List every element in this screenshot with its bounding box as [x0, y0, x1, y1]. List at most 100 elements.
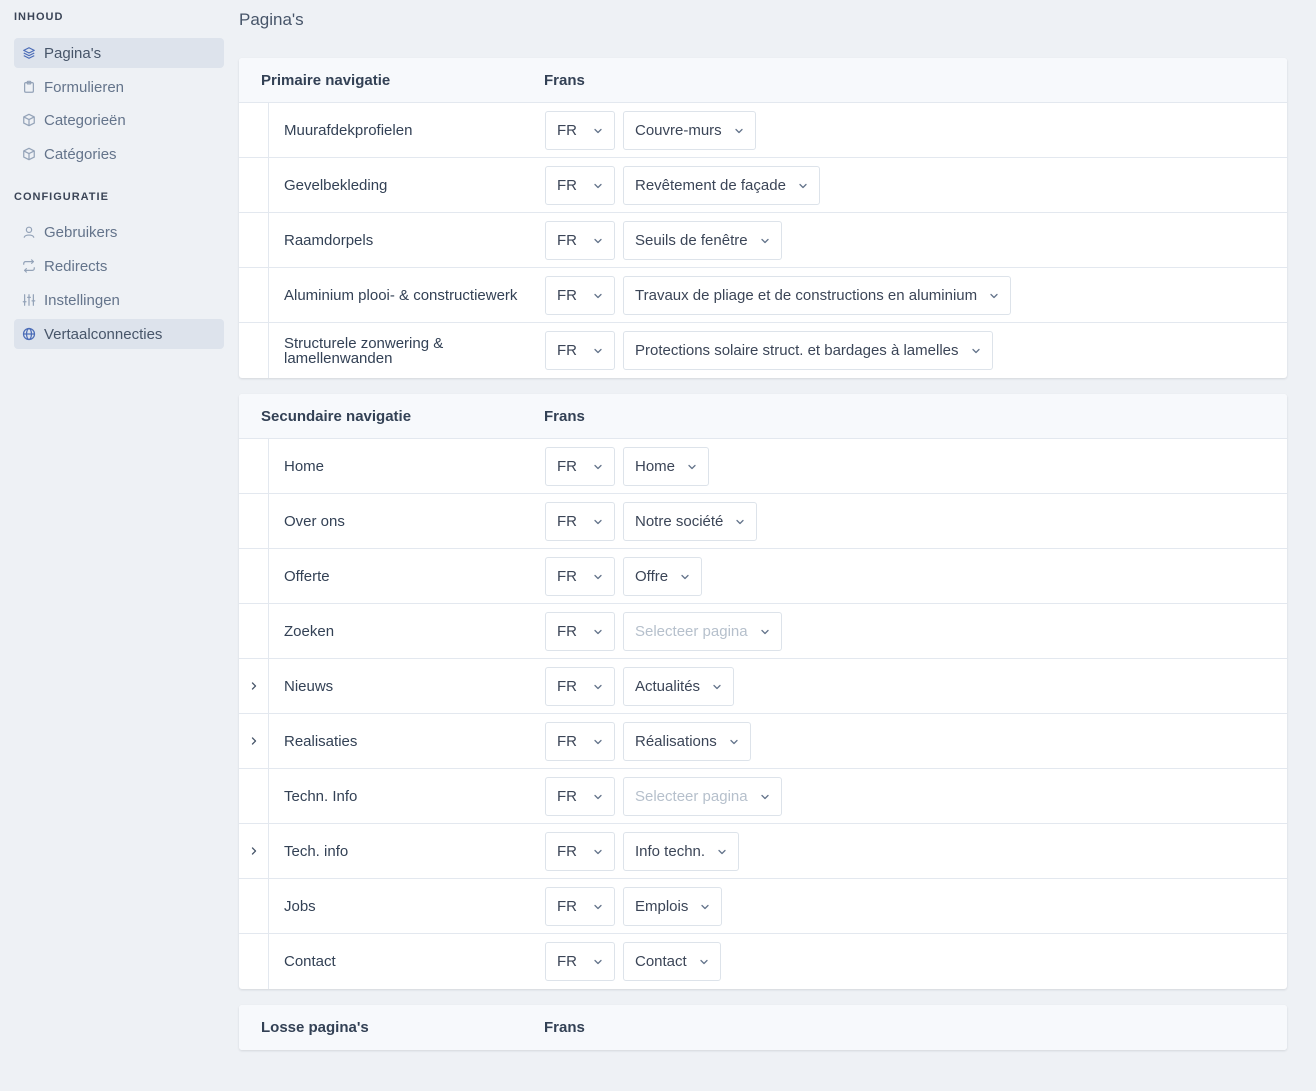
arrows-icon	[22, 259, 36, 273]
translation-page-value: Contact	[635, 953, 687, 970]
translation-page-select[interactable]: Offre	[623, 557, 703, 596]
chevron-down-icon	[593, 957, 603, 967]
sidebar: INHOUD Pagina's Formulieren Categorieën …	[0, 0, 232, 1091]
language-select[interactable]: FR	[545, 832, 615, 871]
language-select[interactable]: FR	[545, 502, 615, 541]
translation-page-select[interactable]: Protections solaire struct. et bardages …	[623, 331, 993, 370]
language-value: FR	[557, 843, 577, 860]
sidebar-item-redirects[interactable]: Redirects	[14, 251, 224, 281]
row-gutter	[239, 549, 269, 603]
row-gutter	[239, 158, 269, 212]
expand-row-button[interactable]	[239, 824, 269, 878]
translation-page-select[interactable]: Actualités	[623, 667, 735, 706]
page-name: Offerte	[284, 567, 330, 585]
sidebar-item-vertaalconnecties[interactable]: Vertaalconnecties	[14, 319, 224, 349]
table-row: Offerte FR Offre	[239, 549, 1287, 604]
sidebar-item-instellingen[interactable]: Instellingen	[14, 285, 224, 315]
chevron-down-icon	[593, 737, 603, 747]
table-row: Techn. Info FR Selecteer pagina	[239, 769, 1287, 824]
sidebar-item-label: Catégories	[44, 145, 117, 163]
expand-row-button[interactable]	[239, 714, 269, 768]
translation-page-value: Home	[635, 458, 676, 475]
page-name: Aluminium plooi- & constructiewerk	[284, 286, 518, 304]
row-gutter	[239, 769, 269, 823]
translation-page-select[interactable]: Info techn.	[623, 832, 740, 871]
table-row: Nieuws FR Actualités	[239, 659, 1287, 714]
table-row: Structurele zonwering & lamellenwanden F…	[239, 323, 1287, 378]
translation-page-select[interactable]: Home	[623, 447, 710, 486]
sidebar-item-label: Pagina's	[44, 44, 102, 62]
sidebar-item-label: Instellingen	[44, 291, 120, 309]
language-select[interactable]: FR	[545, 447, 615, 486]
language-select[interactable]: FR	[545, 887, 615, 926]
language-select[interactable]: FR	[545, 777, 615, 816]
page-name: Structurele zonwering & lamellenwanden	[284, 334, 444, 367]
card-losse-paginas: Losse pagina's Frans	[239, 1005, 1287, 1050]
table-row: Muurafdekprofielen FR Couvre-murs	[239, 103, 1287, 158]
chevron-down-icon	[593, 181, 603, 191]
translation-page-select[interactable]: Réalisations	[623, 722, 751, 761]
row-gutter	[239, 323, 269, 378]
sliders-icon	[22, 293, 36, 307]
row-gutter	[239, 604, 269, 658]
translation-page-select[interactable]: Couvre-murs	[623, 111, 756, 150]
language-select[interactable]: FR	[545, 331, 615, 370]
sidebar-item-label: Redirects	[44, 257, 108, 275]
page-name: Jobs	[284, 897, 316, 915]
sidebar-item-formulieren[interactable]: Formulieren	[14, 72, 224, 102]
row-gutter	[239, 103, 269, 157]
translation-page-select[interactable]: Contact	[623, 942, 721, 981]
sidebar-section-title: CONFIGURATIE	[14, 191, 109, 203]
row-gutter	[239, 213, 269, 267]
card-primaire-navigatie: Primaire navigatie Frans Muurafdekprofie…	[239, 58, 1287, 378]
page-name: Muurafdekprofielen	[284, 121, 413, 139]
cube-icon	[22, 113, 36, 127]
language-column-header: Frans	[544, 72, 585, 89]
sidebar-item-paginas[interactable]: Pagina's	[14, 38, 224, 68]
language-value: FR	[557, 788, 577, 805]
language-select[interactable]: FR	[545, 276, 615, 315]
page-title: Pagina's	[239, 10, 304, 29]
row-gutter	[239, 268, 269, 322]
translation-page-select[interactable]: Selecteer pagina	[623, 777, 782, 816]
row-gutter	[239, 879, 269, 933]
language-value: FR	[557, 513, 577, 530]
language-select[interactable]: FR	[545, 111, 615, 150]
user-icon	[22, 225, 36, 239]
language-select[interactable]: FR	[545, 667, 615, 706]
translation-page-select[interactable]: Seuils de fenêtre	[623, 221, 782, 260]
language-select[interactable]: FR	[545, 166, 615, 205]
language-select[interactable]: FR	[545, 942, 615, 981]
sidebar-item-gebruikers[interactable]: Gebruikers	[14, 217, 224, 247]
translation-page-value: Offre	[635, 568, 669, 585]
translation-page-value: Réalisations	[635, 733, 717, 750]
language-select[interactable]: FR	[545, 722, 615, 761]
translation-page-select[interactable]: Notre société	[623, 502, 758, 541]
chevron-down-icon	[593, 462, 603, 472]
row-gutter	[239, 494, 269, 548]
row-gutter	[239, 439, 269, 493]
translation-page-select[interactable]: Travaux de pliage et de constructions en…	[623, 276, 1012, 315]
language-select[interactable]: FR	[545, 557, 615, 596]
page-name: Nieuws	[284, 677, 334, 695]
translation-page-select[interactable]: Emplois	[623, 887, 723, 926]
chevron-down-icon	[593, 572, 603, 582]
translation-page-select[interactable]: Revêtement de façade	[623, 166, 820, 205]
expand-row-button[interactable]	[239, 659, 269, 713]
table-row: Home FR Home	[239, 439, 1287, 494]
row-list: Muurafdekprofielen FR Couvre-murs Gevelb…	[239, 103, 1287, 378]
sidebar-item-categorieen[interactable]: Categorieën	[14, 105, 224, 135]
language-select[interactable]: FR	[545, 221, 615, 260]
chevron-right-icon	[249, 736, 259, 746]
clipboard-icon	[22, 80, 36, 94]
chevron-down-icon	[593, 346, 603, 356]
translation-page-value: Couvre-murs	[635, 122, 722, 139]
chevron-down-icon	[760, 792, 770, 802]
translation-page-select[interactable]: Selecteer pagina	[623, 612, 782, 651]
sidebar-item-categories-fr[interactable]: Catégories	[14, 139, 224, 169]
table-row: Raamdorpels FR Seuils de fenêtre	[239, 213, 1287, 268]
chevron-down-icon	[989, 291, 999, 301]
table-row: Contact FR Contact	[239, 934, 1287, 989]
language-select[interactable]: FR	[545, 612, 615, 651]
chevron-down-icon	[760, 236, 770, 246]
